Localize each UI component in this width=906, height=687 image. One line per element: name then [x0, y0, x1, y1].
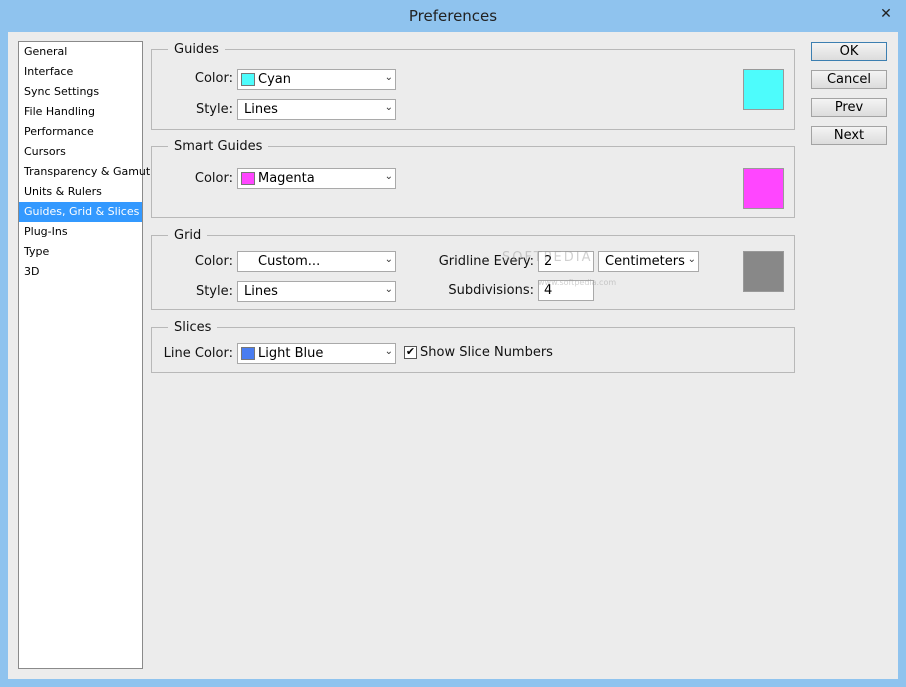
smart-guides-color-swatch [241, 172, 255, 185]
chevron-down-icon: ⌄ [687, 254, 696, 265]
subdivisions-label: Subdivisions: [448, 283, 534, 298]
smart-guides-color-dropdown[interactable]: Magenta ⌄ [237, 168, 396, 189]
slices-legend: Slices [174, 320, 212, 335]
sidebar-item[interactable]: Units & Rulers [19, 182, 142, 202]
sidebar-item[interactable]: Type [19, 242, 142, 262]
sidebar-item[interactable]: Guides, Grid & Slices [19, 202, 142, 222]
next-button[interactable]: Next [811, 126, 887, 145]
grid-style-label: Style: [195, 284, 233, 299]
sidebar-item[interactable]: Sync Settings [19, 82, 142, 102]
sidebar-item[interactable]: Plug-Ins [19, 222, 142, 242]
preferences-window: Preferences ✕ General Interface Sync Setti… [0, 0, 906, 687]
close-icon[interactable]: ✕ [874, 3, 898, 23]
sidebar-item[interactable]: General [19, 42, 142, 62]
smart-guides-color-preview[interactable] [743, 168, 784, 209]
ok-button[interactable]: OK [811, 42, 887, 61]
sidebar-item[interactable]: Transparency & Gamut [19, 162, 150, 182]
grid-color-preview[interactable] [743, 251, 784, 292]
category-list[interactable]: General Interface Sync Settings File Handli… [18, 41, 150, 669]
guides-style-label: Style: [195, 102, 233, 117]
chevron-down-icon: ⌄ [384, 171, 393, 182]
chevron-down-icon: ⌄ [384, 254, 393, 265]
guides-style-value: Lines [244, 102, 278, 117]
watermark-url: www.softpedia.com [538, 278, 617, 287]
slices-line-color-swatch [241, 347, 255, 360]
grid-unit-dropdown[interactable]: Centimeters ⌄ [598, 251, 699, 272]
slices-line-color-value: Light Blue [258, 346, 324, 361]
guides-color-dropdown[interactable]: Cyan ⌄ [237, 69, 396, 90]
chevron-down-icon: ⌄ [384, 72, 393, 83]
chevron-down-icon: ⌄ [384, 284, 393, 295]
smart-guides-legend: Smart Guides [174, 139, 263, 154]
sidebar-item[interactable]: Performance [19, 122, 142, 142]
cancel-button[interactable]: Cancel [811, 70, 887, 89]
show-slice-numbers-label: Show Slice Numbers [420, 345, 553, 360]
guides-legend: Guides [174, 42, 219, 57]
grid-unit-value: Centimeters [605, 254, 685, 269]
slices-line-color-label: Line Color: [163, 346, 233, 361]
watermark-text: SOFTPEDIA [502, 250, 593, 265]
window-title: Preferences [408, 7, 498, 25]
grid-legend: Grid [174, 228, 202, 243]
grid-color-dropdown[interactable]: Custom... ⌄ [237, 251, 396, 272]
prev-button[interactable]: Prev [811, 98, 887, 117]
show-slice-numbers-checkbox[interactable]: ✔ [404, 346, 417, 359]
guides-color-value: Cyan [258, 72, 291, 87]
grid-style-dropdown[interactable]: Lines ⌄ [237, 281, 396, 302]
grid-style-value: Lines [244, 284, 278, 299]
sidebar-item[interactable]: Cursors [19, 142, 142, 162]
guides-style-dropdown[interactable]: Lines ⌄ [237, 99, 396, 120]
guides-color-preview[interactable] [743, 69, 784, 110]
guides-color-swatch [241, 73, 255, 86]
guides-color-label: Color: [194, 71, 233, 86]
sidebar-item[interactable]: 3D [19, 262, 142, 282]
sidebar-item[interactable]: File Handling [19, 102, 142, 122]
dialog-client-area: General Interface Sync Settings File Handli… [8, 32, 898, 679]
grid-color-value: Custom... [258, 254, 321, 269]
chevron-down-icon: ⌄ [384, 346, 393, 357]
smart-guides-color-value: Magenta [258, 171, 315, 186]
sidebar-item[interactable]: Interface [19, 62, 142, 82]
title-bar[interactable]: Preferences ✕ [0, 0, 906, 32]
chevron-down-icon: ⌄ [384, 102, 393, 113]
grid-color-label: Color: [194, 254, 233, 269]
slices-line-color-dropdown[interactable]: Light Blue ⌄ [237, 343, 396, 364]
smart-guides-color-label: Color: [194, 171, 233, 186]
